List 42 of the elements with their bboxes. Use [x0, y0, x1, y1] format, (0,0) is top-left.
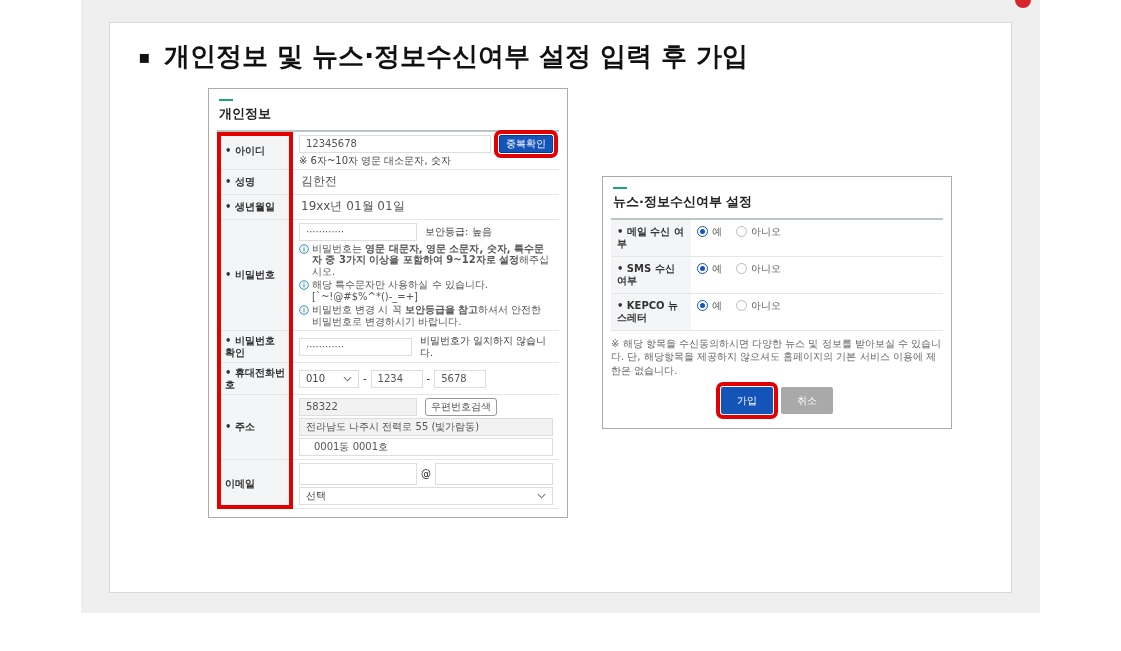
- email-field[interactable]: [299, 463, 417, 486]
- hint-text: ※ 6자~10자 영문 대소문자, 숫자: [299, 154, 452, 166]
- radio-option[interactable]: 예: [697, 225, 722, 238]
- zip-code-field[interactable]: 58322: [299, 398, 417, 417]
- phone-field[interactable]: 1234: [370, 369, 423, 388]
- zip-search-button[interactable]: 우편번호검색: [425, 398, 497, 417]
- address-detail-field[interactable]: 0001동 0001호: [299, 438, 553, 457]
- radio-option[interactable]: 예: [697, 299, 722, 312]
- option-label: • KEPCO 뉴스레터: [611, 293, 691, 331]
- bullet-mark: ▪: [138, 45, 151, 69]
- note-text: 비밀번호는 영문 대문자, 영문 소문자, 숫자, 특수문자 중 3가지 이상을 포함하여 9~12자로 설정해주십시오.: [312, 242, 551, 278]
- info-icon: [299, 305, 309, 316]
- radio-option[interactable]: 아니오: [736, 299, 781, 312]
- info-icon: [299, 280, 309, 291]
- chevron-down-icon: [343, 375, 352, 382]
- form-title: 뉴스·정보수신여부 설정: [611, 183, 943, 220]
- at-sign: @: [421, 468, 431, 480]
- phone-prefix-select[interactable]: 010: [299, 369, 359, 388]
- info-icon: [299, 243, 309, 254]
- option-label: • 메일 수신 여부: [611, 219, 691, 257]
- note-text: 비밀번호 변경 시 꼭 보안등급을 참고하셔서 안전한 비밀번호로 변경하시기 바랍니다.: [312, 304, 543, 328]
- note-text: ※ 해당 항목을 수신동의하시면 다양한 뉴스 및 정보를 받아보실 수 있습니다. 단, 해당항목을 제공하지 않으셔도 홈페이지의 기본 서비스 이용에 제한은 없습니다.: [611, 336, 943, 377]
- field-value: 김한전: [300, 173, 338, 190]
- separator-text: -: [426, 372, 431, 385]
- status-message: 보안등급: 높음: [425, 225, 492, 238]
- note-text: 해당 특수문자만 사용하실 수 있습니다.[`~!@#$%^*()-_=+]: [312, 279, 489, 303]
- separator-text: -: [363, 372, 367, 385]
- input-field[interactable]: 12345678: [299, 134, 491, 153]
- slide-title: 개인정보 및 뉴스·정보수신여부 설정 입력 후 가입: [164, 40, 749, 73]
- chevron-down-icon: [537, 493, 546, 500]
- phone-field[interactable]: 5678: [434, 369, 487, 388]
- domain-select[interactable]: 선택: [299, 487, 553, 506]
- radio-option[interactable]: 아니오: [736, 225, 781, 238]
- password-field[interactable]: ············: [299, 337, 413, 356]
- radio-option[interactable]: 아니오: [736, 262, 781, 275]
- password-field[interactable]: ············: [299, 222, 417, 241]
- field-value: 19xx년 01월 01일: [300, 197, 406, 215]
- email-domain-field[interactable]: [435, 463, 553, 486]
- radio-option[interactable]: 예: [697, 262, 722, 275]
- address-field[interactable]: 전라남도 나주시 전력로 55 (빛가람동): [299, 418, 553, 437]
- status-message: 비밀번호가 일치하지 않습니다.: [420, 335, 548, 359]
- option-label: • SMS 수신 여부: [611, 256, 691, 294]
